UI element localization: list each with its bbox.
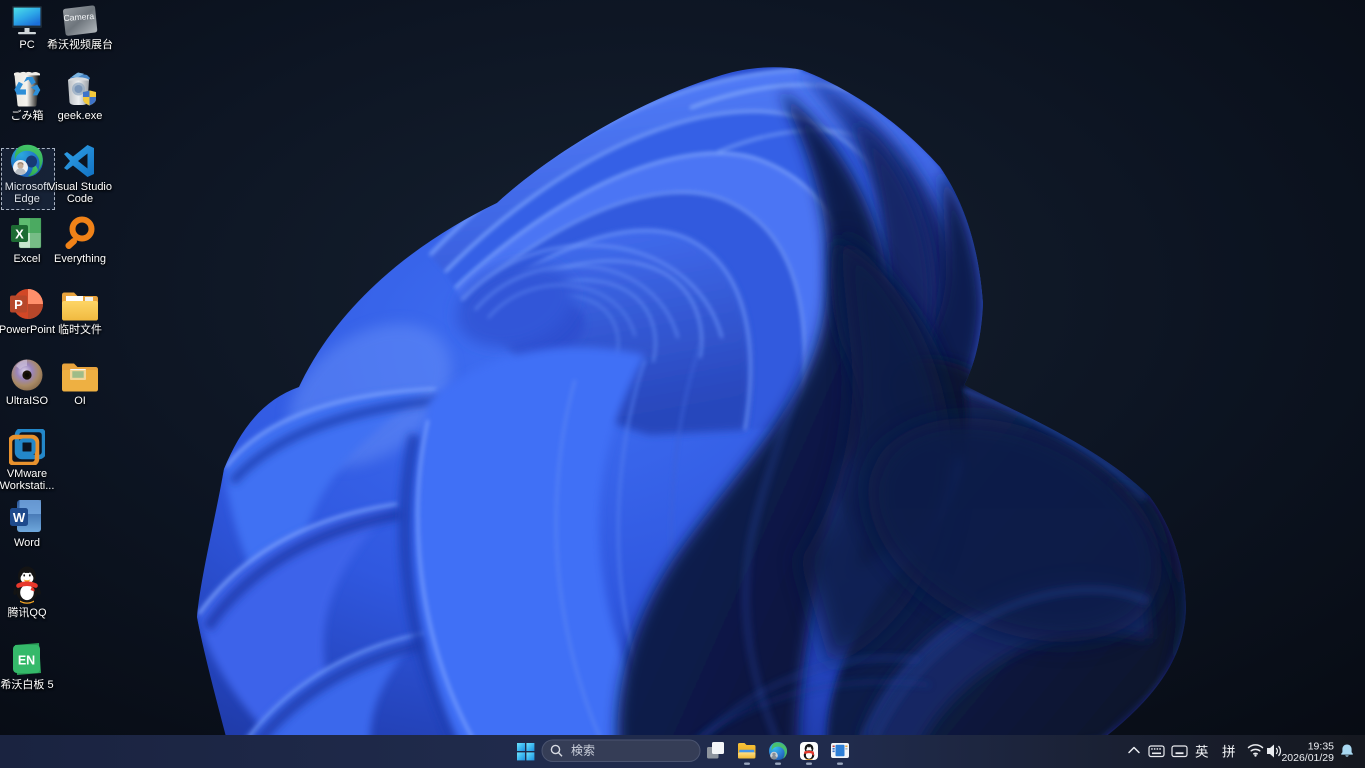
svg-text:X: X bbox=[15, 227, 24, 242]
svg-text:19:35: 19:35 bbox=[1308, 741, 1334, 753]
svg-text:EN: EN bbox=[18, 654, 35, 668]
svg-text:拼: 拼 bbox=[1222, 745, 1236, 760]
svg-text:Camera: Camera bbox=[63, 11, 94, 23]
svg-text:2026/01/29: 2026/01/29 bbox=[1281, 752, 1334, 764]
svg-text:英: 英 bbox=[1195, 744, 1209, 760]
svg-text:検索: 検索 bbox=[571, 744, 595, 758]
svg-text:P: P bbox=[14, 297, 23, 312]
svg-text:W: W bbox=[13, 510, 26, 525]
